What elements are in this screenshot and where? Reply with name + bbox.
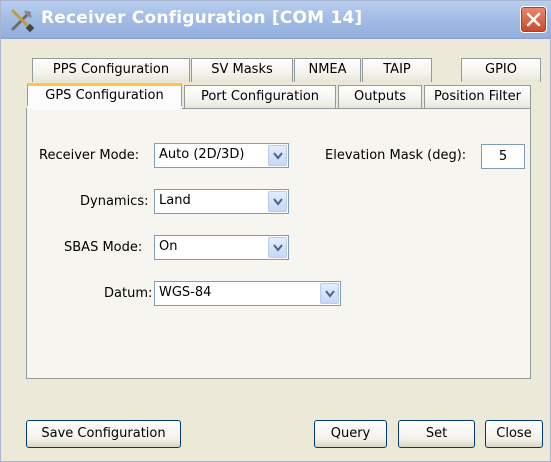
receiver-mode-value: Auto (2D/3D) [159, 147, 245, 162]
datum-select[interactable]: WGS-84 [154, 281, 341, 306]
window-close-button[interactable] [520, 6, 547, 33]
receiver-configuration-window: Receiver Configuration [COM 14] PPS Conf… [0, 0, 551, 462]
save-configuration-button[interactable]: Save Configuration [26, 420, 181, 448]
sbas-mode-label: SBAS Mode: [64, 240, 143, 255]
tab-position-filter[interactable]: Position Filter [424, 85, 531, 109]
chevron-down-icon [273, 198, 283, 206]
tab-gpio[interactable]: GPIO [461, 58, 541, 82]
datum-value: WGS-84 [159, 285, 212, 300]
sbas-mode-value: On [159, 239, 178, 254]
tab-pps-configuration[interactable]: PPS Configuration [32, 58, 190, 82]
tab-taip[interactable]: TAIP [362, 58, 432, 82]
dynamics-value: Land [159, 193, 191, 208]
title-bar[interactable]: Receiver Configuration [COM 14] [1, 1, 551, 39]
query-button[interactable]: Query [314, 420, 387, 448]
tab-outputs[interactable]: Outputs [338, 85, 422, 109]
dynamics-label: Dynamics: [80, 194, 149, 209]
receiver-mode-select[interactable]: Auto (2D/3D) [154, 143, 289, 168]
elevation-mask-label: Elevation Mask (deg): [325, 148, 467, 163]
window-title: Receiver Configuration [COM 14] [41, 8, 363, 28]
close-icon [526, 12, 541, 27]
chevron-down-icon [273, 152, 283, 160]
chevron-down-icon [273, 244, 283, 252]
chevron-down-icon [325, 290, 335, 298]
tools-icon [11, 9, 35, 33]
datum-dropdown-button[interactable] [320, 283, 339, 304]
sbas-mode-dropdown-button[interactable] [268, 237, 287, 258]
datum-label: Datum: [104, 286, 153, 301]
tab-nmea[interactable]: NMEA [294, 58, 361, 82]
dynamics-select[interactable]: Land [154, 189, 289, 214]
tab-port-configuration[interactable]: Port Configuration [184, 85, 336, 109]
active-tab-joiner [27, 106, 182, 110]
tab-sv-masks[interactable]: SV Masks [191, 58, 293, 82]
close-button[interactable]: Close [485, 420, 543, 448]
dynamics-dropdown-button[interactable] [268, 191, 287, 212]
elevation-mask-input[interactable]: 5 [481, 144, 525, 169]
set-button[interactable]: Set [398, 420, 475, 448]
receiver-mode-label: Receiver Mode: [39, 148, 140, 163]
receiver-mode-dropdown-button[interactable] [268, 145, 287, 166]
sbas-mode-select[interactable]: On [154, 235, 289, 260]
